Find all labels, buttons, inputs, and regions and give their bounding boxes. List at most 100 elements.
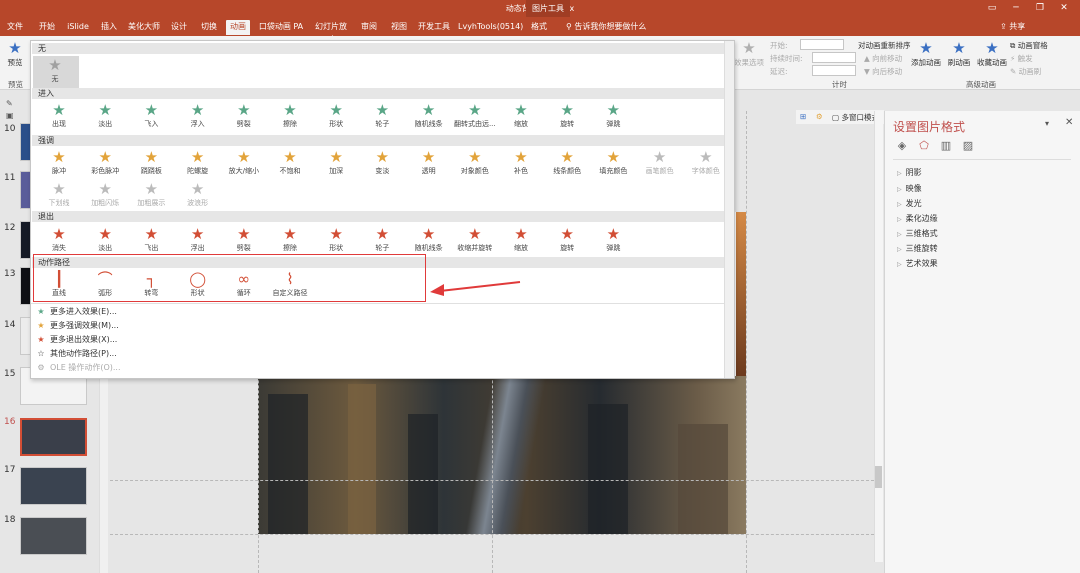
more-exit-effects[interactable]: ★ 更多退出效果(X)... [35,334,117,345]
entrance-effect[interactable]: ★ 擦除 [268,101,312,135]
emphasis-effect[interactable]: ★ 加深 [314,148,358,182]
exit-effect[interactable]: ★ 弹跳 [591,225,635,259]
emphasis-effect[interactable]: ★ 加粗闪烁 [83,180,127,214]
tab-transitions[interactable]: 切换 [198,20,220,35]
section-artistic-effects[interactable]: ▷ 艺术效果 [897,258,938,269]
add-animation-button[interactable]: ★ 添加动画 [910,39,942,68]
emphasis-effect[interactable]: ★ 波浪形 [176,180,220,214]
emphasis-effect[interactable]: ★ 放大/缩小 [222,148,266,182]
effect-options-button[interactable]: ★ 效果选项 [734,39,764,68]
animation-brush-button[interactable]: ✎ 动画刷 [1010,66,1041,77]
emphasis-effect[interactable]: ★ 下划线 [37,180,81,214]
settings-icon[interactable]: ⚙ [816,112,823,121]
animation-pane-button[interactable]: ⧉ 动画窗格 [1010,40,1048,51]
duration-input[interactable] [812,52,856,63]
tab-slideshow[interactable]: 幻灯片放映 [312,20,350,44]
more-emphasis-effects[interactable]: ★ 更多强调效果(M)... [35,320,118,331]
entrance-effect[interactable]: ★ 出现 [37,101,81,135]
emphasis-effect[interactable]: ★ 跷跷板 [129,148,173,182]
animation-none[interactable]: ★ 无 [33,56,79,89]
favorite-animation-button[interactable]: ★ 收藏动画 [976,39,1008,68]
tab-home[interactable]: 开始 [36,20,58,35]
emphasis-effect[interactable]: ★ 陀螺旋 [176,148,220,182]
entrance-effect[interactable]: ★ 缩放 [499,101,543,135]
emphasis-effect[interactable]: ★ 加粗展示 [129,180,173,214]
emphasis-effect[interactable]: ★ 脉冲 [37,148,81,182]
section-3d-format[interactable]: ▷ 三维格式 [897,228,938,239]
emphasis-effect[interactable]: ★ 透明 [407,148,451,182]
entrance-effect[interactable]: ★ 轮子 [360,101,404,135]
exit-effect[interactable]: ★ 缩放 [499,225,543,259]
slide-thumbnail-selected[interactable] [20,418,87,456]
entrance-effect[interactable]: ★ 旋转 [545,101,589,135]
picture-icon[interactable]: ▨ [961,139,975,153]
tab-insert[interactable]: 插入 [98,20,120,35]
move-earlier-button[interactable]: ▲ 向前移动 [864,53,902,64]
minimize-button[interactable]: ─ [1004,0,1028,17]
animation-painter-button[interactable]: ★ 刷动画 [943,39,975,68]
exit-effect[interactable]: ★ 旋转 [545,225,589,259]
more-motion-paths[interactable]: ☆ 其他动作路径(P)... [35,348,116,359]
entrance-effect[interactable]: ★ 弹跳 [591,101,635,135]
ribbon-display-icon[interactable]: ▭ [980,0,1004,17]
emphasis-effect[interactable]: ★ 不饱和 [268,148,312,182]
trigger-button[interactable]: ⚡ 触发 [1010,53,1033,64]
tab-beautify[interactable]: 美化大师 [128,20,160,35]
entrance-effect[interactable]: ★ 劈裂 [222,101,266,135]
paint-icon[interactable]: ✎ [6,99,13,108]
slide-thumbnail[interactable] [20,467,87,505]
tab-design[interactable]: 设计 [168,20,190,35]
ole-action-verbs[interactable]: ⚙ OLE 操作动作(O)... [35,362,120,373]
emphasis-effect[interactable]: ★ 画笔颜色 [638,148,682,182]
multi-window-toggle[interactable]: ▢ 多窗口模式 [832,112,879,123]
tab-animations[interactable]: 动画 [226,20,250,35]
start-select[interactable] [800,39,844,50]
section-3d-rotation[interactable]: ▷ 三维旋转 [897,243,938,254]
scrollbar-thumb[interactable] [875,466,882,488]
emphasis-effect[interactable]: ★ 变淡 [360,148,404,182]
exit-effect[interactable]: ★ 收缩并旋转 [453,225,497,259]
tab-developer[interactable]: 开发工具 [418,20,450,35]
emphasis-effect[interactable]: ★ 填充颜色 [591,148,635,182]
pane-options-icon[interactable]: ▾ [1045,119,1049,128]
section-reflection[interactable]: ▷ 映像 [897,183,922,194]
canvas-scrollbar[interactable] [874,111,883,562]
size-icon[interactable]: ▥ [939,139,953,153]
emphasis-effect[interactable]: ★ 字体颜色 [684,148,728,182]
tab-pocket-animation[interactable]: 口袋动画 PA [258,20,304,35]
tab-islide[interactable]: iSlide [66,20,90,35]
tab-format[interactable]: 格式 [528,20,550,35]
tab-view[interactable]: 视图 [388,20,410,35]
emphasis-effect[interactable]: ★ 补色 [499,148,543,182]
section-soft-edges[interactable]: ▷ 柔化边缘 [897,213,938,224]
section-shadow[interactable]: ▷ 阴影 [897,167,922,178]
preview-button[interactable]: ★ 预览 [4,39,26,68]
entrance-effect[interactable]: ★ 形状 [314,101,358,135]
tab-review[interactable]: 审阅 [358,20,380,35]
emphasis-effect[interactable]: ★ 彩色脉冲 [83,148,127,182]
delay-input[interactable] [812,65,856,76]
entrance-effect[interactable]: ★ 随机线条 [407,101,451,135]
city-photo[interactable] [258,376,746,534]
move-later-button[interactable]: ▼ 向后移动 [864,66,902,77]
gallery-scrollbar[interactable] [724,41,734,378]
emphasis-effect[interactable]: ★ 线条颜色 [545,148,589,182]
slide-thumbnail[interactable] [20,517,87,555]
emphasis-effect[interactable]: ★ 对象颜色 [453,148,497,182]
share-button[interactable]: ⇪ 共享 [1000,19,1025,34]
tab-file[interactable]: 文件 [4,20,26,35]
tell-me-search[interactable]: ⚲ 告诉我你想要做什么 [566,19,646,34]
fill-icon[interactable]: ◈ [895,139,909,153]
effects-icon[interactable]: ⬠ [917,139,931,153]
close-icon[interactable]: ✕ [1065,117,1073,128]
entrance-effect[interactable]: ★ 翻转式由远... [453,101,497,135]
zoom-icon[interactable]: ⊞ [800,112,806,121]
entrance-effect[interactable]: ★ 淡出 [83,101,127,135]
entrance-effect[interactable]: ★ 飞入 [129,101,173,135]
tab-lvyhtools[interactable]: LvyhTools(0514) [458,20,523,35]
note-icon[interactable]: ▣ [6,111,14,120]
section-glow[interactable]: ▷ 发光 [897,198,922,209]
more-entrance-effects[interactable]: ★ 更多进入效果(E)... [35,306,117,317]
maximize-button[interactable]: ❐ [1028,0,1052,17]
close-button[interactable]: ✕ [1052,0,1076,17]
